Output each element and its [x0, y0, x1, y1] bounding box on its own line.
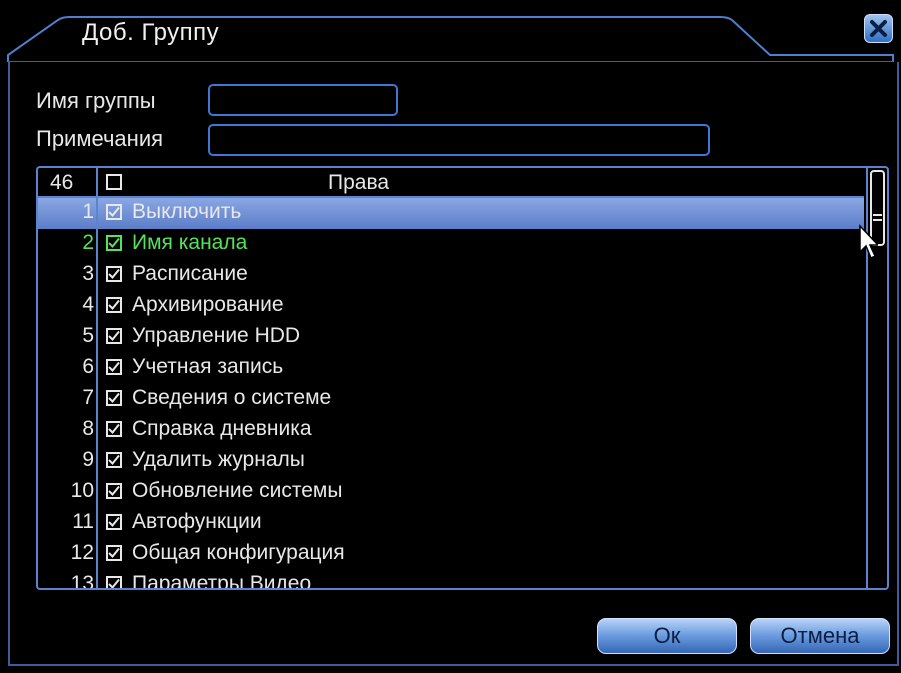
permission-label: Имя канала — [132, 231, 248, 254]
permission-checkbox[interactable] — [106, 576, 122, 588]
permission-label: Расписание — [132, 262, 248, 285]
row-number: 9 — [82, 448, 94, 471]
row-number: 12 — [70, 541, 94, 564]
grip-line — [873, 214, 882, 216]
checkmark-icon — [108, 299, 120, 310]
group-name-label: Имя группы — [36, 88, 156, 113]
permission-label: Справка дневника — [132, 417, 312, 440]
permission-row[interactable]: 5 Управление HDD — [38, 322, 864, 353]
checkmark-icon — [108, 423, 120, 434]
checkmark-icon — [108, 547, 120, 558]
row-number: 1 — [82, 200, 94, 223]
permission-checkbox[interactable] — [106, 545, 122, 561]
mouse-cursor-icon — [859, 224, 878, 260]
checkmark-icon — [108, 516, 120, 527]
permission-checkbox[interactable] — [106, 390, 122, 406]
permission-label: Выключить — [132, 200, 242, 223]
permission-label: Управление HDD — [132, 324, 301, 347]
dialog-title: Доб. Группу — [82, 19, 220, 46]
permission-checkbox[interactable] — [106, 483, 122, 499]
rights-column-header: Права — [328, 171, 390, 194]
permission-row[interactable]: 9 Удалить журналы — [38, 446, 864, 477]
permission-row[interactable]: 11 Автофункции — [38, 508, 864, 539]
permission-checkbox[interactable] — [106, 266, 122, 282]
column-divider — [96, 168, 98, 588]
close-icon — [870, 20, 887, 37]
ok-button[interactable]: Ок — [597, 618, 737, 654]
permission-checkbox[interactable] — [106, 204, 122, 220]
permissions-list: 46 Права 1 Выключить 2 Имя канала 3 Расписани… — [36, 166, 889, 590]
row-number: 13 — [70, 572, 94, 590]
permission-row[interactable]: 1 Выключить — [38, 198, 864, 229]
permission-label: Обновление системы — [132, 479, 343, 502]
permission-row[interactable]: 12 Общая конфигурация — [38, 539, 864, 570]
row-number: 7 — [82, 386, 94, 409]
checkmark-icon — [108, 485, 120, 496]
permission-checkbox[interactable] — [106, 452, 122, 468]
close-button[interactable] — [864, 14, 893, 43]
title-bar: Доб. Группу — [0, 0, 901, 62]
permission-checkbox[interactable] — [106, 297, 122, 313]
permission-checkbox[interactable] — [106, 235, 122, 251]
permission-label: Учетная запись — [132, 355, 284, 378]
permission-label: Автофункции — [132, 510, 262, 533]
permission-label: Удалить журналы — [132, 448, 305, 471]
notes-input[interactable] — [208, 124, 710, 156]
row-number: 8 — [82, 417, 94, 440]
checkmark-icon — [108, 578, 120, 588]
checkmark-icon — [108, 392, 120, 403]
row-number: 2 — [82, 231, 94, 254]
notes-label: Примечания — [36, 126, 164, 151]
row-number: 6 — [82, 355, 94, 378]
permission-row[interactable]: 4 Архивирование — [38, 291, 864, 322]
permission-label: Сведения о системе — [132, 386, 332, 409]
checkmark-icon — [108, 330, 120, 341]
checkmark-icon — [108, 361, 120, 372]
checkmark-icon — [108, 206, 120, 217]
checkmark-icon — [108, 268, 120, 279]
permission-label: Параметры Видео — [132, 572, 312, 590]
row-number: 3 — [82, 262, 94, 285]
row-number: 10 — [70, 479, 94, 502]
permission-row[interactable]: 6 Учетная запись — [38, 353, 864, 384]
cancel-button[interactable]: Отмена — [750, 618, 890, 654]
select-all-checkbox[interactable] — [106, 174, 122, 190]
checkmark-icon — [108, 237, 120, 248]
checkmark-icon — [108, 454, 120, 465]
permission-row[interactable]: 10 Обновление системы — [38, 477, 864, 508]
row-number: 11 — [72, 510, 94, 533]
permission-checkbox[interactable] — [106, 328, 122, 344]
grip-line — [873, 219, 882, 221]
row-number: 4 — [82, 293, 94, 316]
permission-checkbox[interactable] — [106, 514, 122, 530]
rights-count: 46 — [50, 171, 74, 194]
group-name-input[interactable] — [208, 84, 398, 116]
permission-checkbox[interactable] — [106, 421, 122, 437]
permission-row[interactable]: 3 Расписание — [38, 260, 864, 291]
permission-checkbox[interactable] — [106, 359, 122, 375]
add-group-dialog: Доб. Группу Имя группы Примечания 46 Пра… — [0, 0, 901, 673]
row-number: 5 — [82, 324, 94, 347]
permission-label: Архивирование — [132, 293, 284, 316]
list-header: 46 Права — [38, 168, 864, 198]
permission-label: Общая конфигурация — [132, 541, 345, 564]
permission-row[interactable]: 8 Справка дневника — [38, 415, 864, 446]
permission-row[interactable]: 13 Параметры Видео — [38, 570, 864, 590]
permission-row[interactable]: 7 Сведения о системе — [38, 384, 864, 415]
permission-row[interactable]: 2 Имя канала — [38, 229, 864, 260]
